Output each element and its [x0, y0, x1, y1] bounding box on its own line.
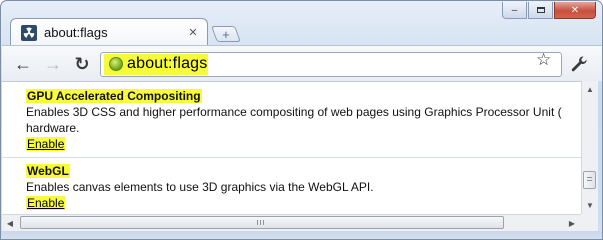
page-icon	[109, 57, 123, 71]
window-controls: – ✕	[502, 2, 596, 19]
experiment-name: WebGL	[26, 164, 70, 178]
divider	[2, 157, 581, 158]
scroll-down-icon[interactable]: ▼	[582, 197, 598, 213]
back-button[interactable]: ←	[13, 54, 33, 74]
new-tab-button[interactable]: +	[211, 26, 241, 42]
back-arrow-icon: ←	[14, 54, 32, 74]
experiment-description: Enables canvas elements to use 3D graphi…	[26, 180, 374, 194]
wrench-menu-icon[interactable]	[569, 54, 589, 74]
forward-button[interactable]: →	[43, 54, 63, 74]
enable-link[interactable]: Enable	[26, 196, 66, 210]
vertical-scroll-thumb[interactable]	[583, 171, 596, 189]
maximize-button[interactable]	[528, 2, 553, 19]
toolbar: ← → ↻ about:flags ☆	[2, 45, 602, 81]
page-content: GPU Accelerated Compositing Enables 3D C…	[2, 81, 581, 214]
bookmark-star-icon[interactable]: ☆	[536, 51, 551, 68]
minimize-button[interactable]: –	[502, 2, 527, 19]
experiment-webgl: WebGL Enables canvas elements to use 3D …	[26, 164, 581, 210]
enable-link[interactable]: Enable	[26, 137, 66, 151]
scrollbar-corner	[581, 214, 598, 231]
experiment-name: GPU Accelerated Compositing	[26, 89, 202, 103]
maximize-icon	[536, 7, 545, 13]
address-bar-url[interactable]: about:flags	[127, 55, 207, 73]
forward-arrow-icon: →	[44, 54, 62, 74]
scroll-right-icon[interactable]: ▶	[564, 215, 580, 231]
experiment-description: Enables 3D CSS and higher performance co…	[26, 105, 562, 135]
vertical-scrollbar[interactable]: ▲ ▼	[581, 81, 598, 214]
horizontal-scrollbar[interactable]: ◀ ▶	[2, 214, 581, 231]
horizontal-scroll-thumb[interactable]	[20, 216, 504, 229]
reload-icon: ↻	[74, 54, 90, 74]
reload-button[interactable]: ↻	[72, 54, 92, 74]
address-bar[interactable]: about:flags	[100, 52, 562, 77]
tab-about-flags[interactable]: about:flags ✕	[10, 18, 208, 46]
close-icon: ✕	[570, 4, 580, 16]
scroll-left-icon[interactable]: ◀	[2, 215, 18, 231]
experiment-gpu-compositing: GPU Accelerated Compositing Enables 3D C…	[26, 89, 581, 151]
browser-window: – ✕ about:flags ✕ + ← → ↻ about:flags ☆ …	[0, 0, 603, 240]
tab-close-icon[interactable]: ✕	[185, 26, 201, 39]
plus-icon: +	[222, 26, 230, 42]
tab-title: about:flags	[44, 25, 108, 40]
radiation-icon	[21, 24, 37, 41]
window-bottom-frame	[1, 231, 602, 239]
scroll-up-icon[interactable]: ▲	[582, 81, 598, 97]
minimize-icon: –	[511, 4, 518, 16]
close-window-button[interactable]: ✕	[554, 2, 596, 19]
